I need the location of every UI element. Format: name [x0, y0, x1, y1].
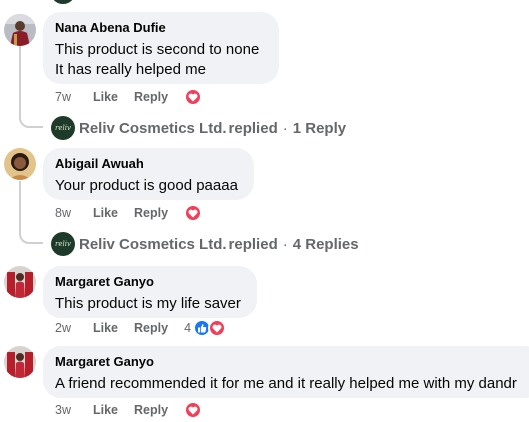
view-replies-link[interactable]: reliv Reliv Cosmetics Ltd. replied · 4 R… [51, 232, 359, 256]
avatar[interactable] [4, 266, 36, 298]
reply-page-name: Reliv Cosmetics Ltd. [79, 119, 227, 137]
reply-count: 1 Reply [292, 119, 347, 137]
reply-action: replied [228, 119, 278, 137]
comment-bubble: Margaret Ganyo This product is my life s… [43, 266, 257, 318]
view-replies-link[interactable]: reliv Reliv Cosmetics Ltd. replied · 1 R… [51, 116, 346, 140]
comment-timestamp[interactable]: 2w [55, 321, 93, 335]
reaction-summary[interactable]: 4 [184, 319, 227, 337]
like-button[interactable]: Like [93, 90, 118, 104]
comment-bubble: Nana Abena Dufie This product is second … [43, 12, 279, 84]
thread-line [19, 46, 21, 118]
love-reaction-icon [184, 401, 203, 419]
comment-text: It has really helped me [55, 61, 206, 78]
reply-page-name: Reliv Cosmetics Ltd. [79, 235, 227, 253]
comment-timestamp[interactable]: 7w [55, 90, 93, 104]
reaction-summary[interactable] [184, 204, 203, 222]
like-button[interactable]: Like [93, 403, 118, 417]
love-reaction-icon [184, 88, 203, 106]
reply-button[interactable]: Reply [134, 403, 168, 417]
comment-timestamp[interactable]: 3w [55, 403, 93, 417]
page-logo-icon: reliv [51, 232, 75, 256]
comment-author[interactable]: Nana Abena Dufie [55, 20, 267, 36]
comment-author[interactable]: Margaret Ganyo [55, 274, 245, 290]
comment-actions: 8w Like Reply [55, 203, 203, 223]
thread-line [19, 181, 21, 234]
reply-button[interactable]: Reply [134, 206, 168, 220]
reaction-summary[interactable] [184, 88, 203, 106]
reply-button[interactable]: Reply [134, 321, 168, 335]
comment-text: This product is second to none [55, 41, 260, 58]
avatar[interactable] [4, 14, 36, 46]
comment-text: Your product is good paaaa [55, 177, 238, 194]
reply-separator: · [282, 119, 288, 137]
reply-button[interactable]: Reply [134, 90, 168, 104]
reply-action: replied [228, 235, 278, 253]
comment-actions: 7w Like Reply [55, 87, 203, 107]
like-button[interactable]: Like [93, 206, 118, 220]
reaction-count: 4 [184, 321, 192, 335]
reply-separator: · [282, 235, 288, 253]
avatar[interactable] [4, 346, 36, 378]
thread-curve [19, 232, 43, 244]
comment-bubble: Margaret Ganyo A friend recommended it f… [43, 346, 529, 398]
thread-curve [19, 116, 43, 128]
comment-author[interactable]: Abigail Awuah [55, 156, 242, 172]
reply-count: 4 Replies [292, 235, 359, 253]
page-logo-icon: reliv [51, 116, 75, 140]
love-reaction-icon [208, 319, 227, 337]
comment-text: This product is my life saver [55, 295, 241, 312]
love-reaction-icon [184, 204, 203, 222]
comment-actions: 3w Like Reply [55, 400, 203, 420]
comment-timestamp[interactable]: 8w [55, 206, 93, 220]
like-button[interactable]: Like [93, 321, 118, 335]
comment-actions: 2w Like Reply 4 [55, 318, 227, 338]
comment-text: A friend recommended it for me and it re… [55, 375, 517, 392]
reaction-summary[interactable] [184, 401, 203, 419]
previous-reply-avatar [52, 0, 74, 4]
avatar[interactable] [4, 148, 36, 180]
comment-author[interactable]: Margaret Ganyo [55, 354, 529, 370]
comment-bubble: Abigail Awuah Your product is good paaaa [43, 148, 254, 200]
